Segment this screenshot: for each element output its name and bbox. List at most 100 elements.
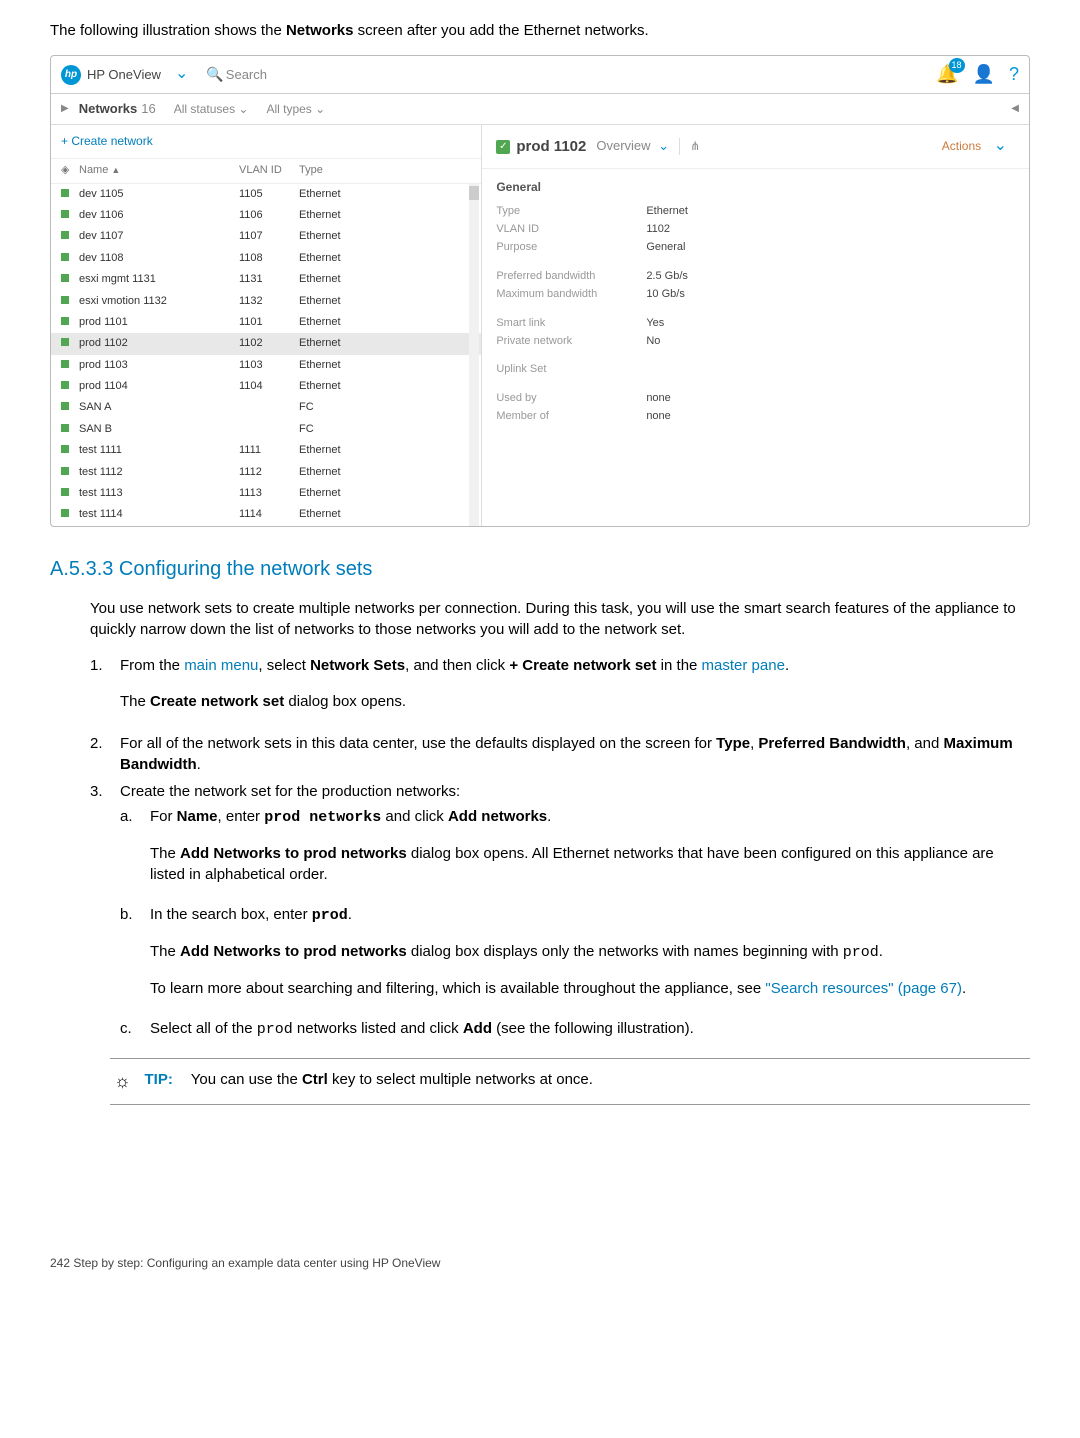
table-row[interactable]: dev 11071107Ethernet: [51, 226, 481, 247]
status-icon: [61, 231, 69, 239]
kv-row: VLAN ID1102: [496, 222, 1015, 237]
table-row[interactable]: test 11131113Ethernet: [51, 483, 481, 504]
table-row[interactable]: prod 11021102Ethernet: [51, 333, 481, 354]
kv-key: Member of: [496, 409, 646, 424]
main-menu-link[interactable]: main menu: [184, 657, 258, 674]
status-icon: [61, 189, 69, 197]
view-selector[interactable]: Overview ⌄: [596, 137, 669, 155]
notification-icon[interactable]: 🔔18: [936, 62, 958, 87]
table-row[interactable]: test 11111111Ethernet: [51, 440, 481, 461]
kv-key: Smart link: [496, 316, 646, 331]
intro-prefix: The following illustration shows the: [50, 22, 286, 39]
filter-types[interactable]: All types ⌄: [266, 101, 325, 118]
status-icon: [61, 488, 69, 496]
session-icon[interactable]: 👤: [973, 62, 995, 87]
table-row[interactable]: prod 11041104Ethernet: [51, 376, 481, 397]
table-row[interactable]: test 11141114Ethernet: [51, 504, 481, 525]
search-icon[interactable]: 🔍: [206, 65, 223, 85]
collapse-right-icon[interactable]: ◀: [1011, 102, 1019, 116]
row-type: Ethernet: [299, 294, 471, 309]
row-vlan: 1103: [239, 358, 299, 373]
substep-letter: b.: [120, 904, 150, 1014]
kv-value: none: [646, 409, 670, 424]
row-type: Ethernet: [299, 507, 471, 522]
status-icon: [61, 381, 69, 389]
row-name: SAN B: [79, 422, 239, 437]
status-icon: [61, 509, 69, 517]
status-icon: [61, 402, 69, 410]
tip-label: TIP:: [145, 1071, 173, 1088]
search-resources-link[interactable]: "Search resources" (page 67): [765, 980, 962, 997]
kv-value: Ethernet: [646, 204, 688, 219]
tip-box: ☼ TIP: You can use the Ctrl key to selec…: [110, 1058, 1030, 1105]
table-row[interactable]: dev 11061106Ethernet: [51, 205, 481, 226]
row-name: test 1113: [79, 486, 239, 501]
sub-header: ▶ Networks 16 All statuses ⌄ All types ⌄…: [51, 94, 1029, 125]
collapse-icon[interactable]: ▶: [61, 102, 69, 116]
row-type: Ethernet: [299, 336, 471, 351]
table-row[interactable]: prod 11031103Ethernet: [51, 355, 481, 376]
table-row[interactable]: SAN BFC: [51, 419, 481, 440]
table-row[interactable]: esxi vmotion 11321132Ethernet: [51, 291, 481, 312]
master-pane-link[interactable]: master pane: [702, 657, 785, 674]
substep-c: c. Select all of the prod networks liste…: [120, 1018, 1030, 1040]
row-type: FC: [299, 400, 471, 415]
main-menu-chevron-icon[interactable]: ⌄: [175, 63, 188, 85]
screenshot: hp HP OneView ⌄ 🔍 Search 🔔18 👤 ? ▶ Netwo…: [50, 55, 1030, 527]
page-footer: 242 Step by step: Configuring an example…: [50, 1255, 1030, 1272]
table-row[interactable]: test 11121112Ethernet: [51, 462, 481, 483]
row-name: test 1111: [79, 443, 239, 458]
status-icon: [61, 210, 69, 218]
kv-key: Purpose: [496, 240, 646, 255]
status-icon: [61, 296, 69, 304]
row-type: Ethernet: [299, 251, 471, 266]
actions-menu[interactable]: Actions ⌄: [942, 135, 1015, 157]
row-type: Ethernet: [299, 315, 471, 330]
intro-suffix: screen after you add the Ethernet networ…: [353, 22, 648, 39]
row-type: Ethernet: [299, 208, 471, 223]
intro-bold: Networks: [286, 22, 354, 39]
kv-value: 2.5 Gb/s: [646, 269, 688, 284]
filter-statuses[interactable]: All statuses ⌄: [174, 101, 249, 118]
row-name: prod 1104: [79, 379, 239, 394]
table-row[interactable]: dev 11051105Ethernet: [51, 184, 481, 205]
row-type: Ethernet: [299, 358, 471, 373]
kv-value: none: [646, 391, 670, 406]
name-col[interactable]: Name ▲: [79, 163, 239, 178]
detail-header: ✓ prod 1102 Overview ⌄ ⋔ Actions ⌄: [482, 125, 1029, 168]
kv-key: Uplink Set: [496, 362, 646, 377]
kv-row: Uplink Set: [496, 362, 1015, 377]
general-section: General TypeEthernetVLAN ID1102PurposeGe…: [482, 169, 1029, 438]
status-icon: [61, 317, 69, 325]
kv-key: Maximum bandwidth: [496, 287, 646, 302]
row-vlan: 1105: [239, 187, 299, 202]
table-row[interactable]: esxi mgmt 11311131Ethernet: [51, 269, 481, 290]
kv-value: 10 Gb/s: [646, 287, 685, 302]
step-1: 1. From the main menu, select Network Se…: [90, 655, 1030, 727]
status-col: ◈: [61, 163, 79, 178]
create-network-link[interactable]: + Create network: [61, 134, 153, 148]
app-title: HP OneView: [87, 66, 161, 84]
substep-letter: a.: [120, 806, 150, 900]
table-row[interactable]: prod 11011101Ethernet: [51, 312, 481, 333]
step-number: 3.: [90, 781, 120, 1044]
kv-row: Member ofnone: [496, 409, 1015, 424]
map-icon[interactable]: ⋔: [679, 138, 700, 155]
scrollbar-thumb[interactable]: [469, 186, 479, 200]
kv-row: TypeEthernet: [496, 204, 1015, 219]
type-col[interactable]: Type: [299, 163, 471, 178]
help-icon[interactable]: ?: [1009, 62, 1019, 87]
row-vlan: 1102: [239, 336, 299, 351]
kv-row: Used bynone: [496, 391, 1015, 406]
table-row[interactable]: SAN A FC: [51, 397, 481, 418]
row-name: dev 1105: [79, 187, 239, 202]
search-placeholder[interactable]: Search: [226, 66, 267, 84]
row-vlan: 1111: [239, 443, 299, 458]
detail-title: prod 1102: [516, 136, 586, 157]
status-icon: [61, 274, 69, 282]
scrollbar-track[interactable]: [469, 184, 479, 526]
row-name: SAN A: [79, 400, 239, 415]
vlan-col[interactable]: VLAN ID: [239, 163, 299, 178]
kv-value: 1102: [646, 222, 670, 237]
table-row[interactable]: dev 11081108Ethernet: [51, 248, 481, 269]
